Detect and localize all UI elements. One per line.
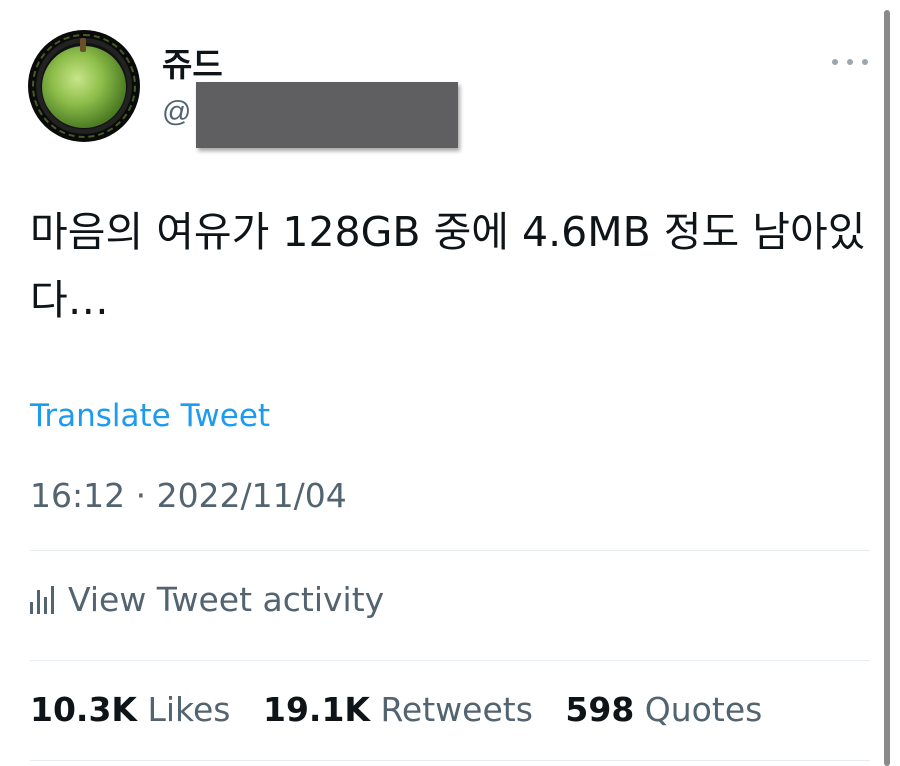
more-dot <box>832 59 838 65</box>
tweet-timestamp[interactable]: 16:12 · 2022/11/04 <box>30 476 347 515</box>
retweets-label: Retweets <box>380 690 533 729</box>
more-dot <box>847 59 853 65</box>
engagement-stats: 10.3K Likes 19.1K Retweets 598 Quotes <box>30 690 784 729</box>
more-options-icon[interactable] <box>832 52 868 72</box>
view-activity-label: View Tweet activity <box>68 580 385 619</box>
quotes-stat[interactable]: 598 Quotes <box>565 690 762 729</box>
likes-label: Likes <box>147 690 231 729</box>
avatar[interactable] <box>28 30 140 142</box>
scrollbar[interactable] <box>884 10 890 766</box>
handle-redaction <box>196 82 458 148</box>
bar-chart-icon <box>30 585 54 614</box>
tweet-text: 마음의 여유가 128GB 중에 4.6MB 정도 남아있다… <box>30 208 866 324</box>
likes-count: 10.3K <box>30 690 137 729</box>
quotes-label: Quotes <box>644 690 763 729</box>
retweets-stat[interactable]: 19.1K Retweets <box>263 690 543 729</box>
author-handle[interactable]: @ <box>162 96 191 129</box>
apple-stem <box>80 38 86 52</box>
divider <box>30 760 870 761</box>
divider <box>30 550 870 551</box>
more-dot <box>862 59 868 65</box>
translate-tweet-link[interactable]: Translate Tweet <box>30 398 270 434</box>
quotes-count: 598 <box>565 690 635 729</box>
apple-logo-icon <box>42 46 126 128</box>
view-activity-button[interactable]: View Tweet activity <box>30 580 384 619</box>
author-display-name[interactable]: 쥬드 <box>162 38 223 86</box>
likes-stat[interactable]: 10.3K Likes <box>30 690 241 729</box>
divider <box>30 660 870 661</box>
retweets-count: 19.1K <box>262 690 370 729</box>
